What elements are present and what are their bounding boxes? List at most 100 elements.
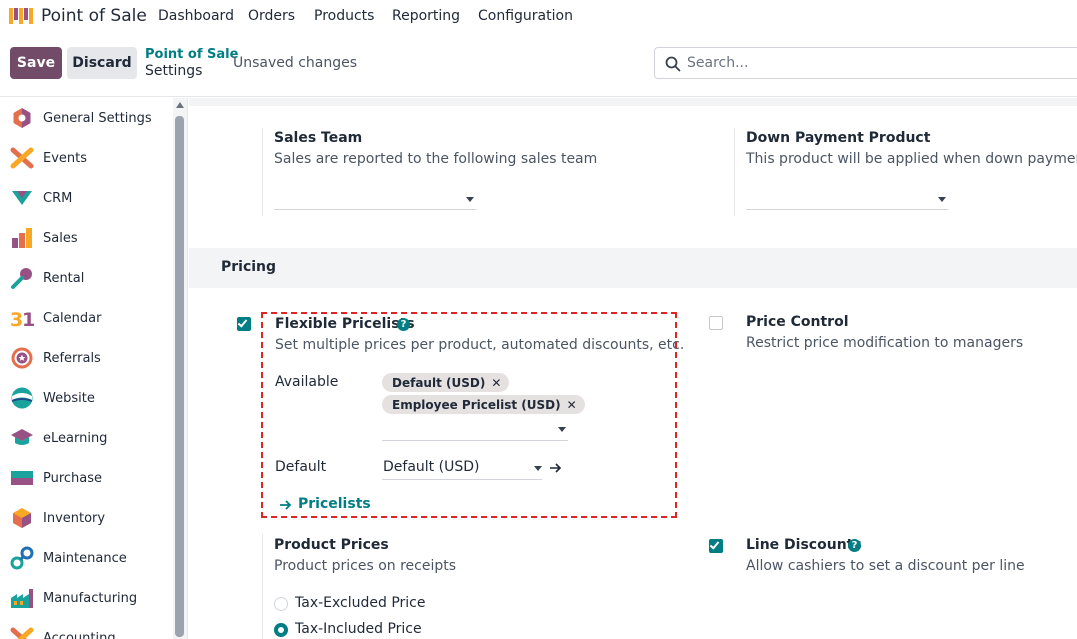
menu-reporting[interactable]: Reporting [392,8,460,24]
down-payment-title: Down Payment Product [746,130,931,146]
sidebar-item-elearning[interactable]: eLearning [0,418,172,458]
sidebar-item-label: Referrals [43,350,101,366]
menu-orders[interactable]: Orders [248,8,295,24]
elearning-icon [11,429,33,445]
menu-configuration[interactable]: Configuration [478,8,573,24]
sales-icon [12,228,32,248]
app-name[interactable]: Point of Sale [41,6,147,26]
remove-tag-icon[interactable]: ✕ [491,376,501,390]
line-discounts-description: Allow cashiers to set a discount per lin… [746,558,1025,574]
tax-excluded-radio[interactable] [274,597,288,611]
setting-divider [262,128,263,216]
pricelist-tag: Employee Pricelist (USD) ✕ [382,395,585,414]
sales-team-title: Sales Team [274,130,363,146]
pricing-section-title: Pricing [221,259,277,275]
menu-dashboard[interactable]: Dashboard [158,8,234,24]
website-icon [11,387,33,409]
discard-button[interactable]: Discard [67,47,137,79]
flexible-pricelists-checkbox[interactable] [237,317,251,331]
breadcrumb-parent[interactable]: Point of Sale [145,47,238,62]
help-icon[interactable]: ? [397,318,410,331]
pricelist-tag: Default (USD) ✕ [382,373,510,392]
sidebar-item-sales[interactable]: Sales [0,218,172,258]
line-discounts-title: Line Discounts [746,537,862,553]
down-payment-description: This product will be applied when down p… [746,151,1077,167]
sidebar-item-referrals[interactable]: Referrals [0,338,172,378]
remove-tag-icon[interactable]: ✕ [567,398,577,412]
sidebar-item-label: Manufacturing [43,590,138,606]
save-button[interactable]: Save [10,47,62,79]
inventory-icon [13,508,31,528]
accounting-icon [10,627,34,639]
sidebar-item-label: Calendar [43,310,102,326]
flexible-pricelists-description: Set multiple prices per product, automat… [275,337,685,353]
control-panel: Save Discard Point of Sale Settings Unsa… [0,34,1077,97]
sidebar-item-crm[interactable]: CRM [0,178,172,218]
sidebar-item-label: General Settings [43,110,152,126]
menu-products[interactable]: Products [314,8,374,24]
chevron-down-icon [466,197,474,202]
available-pricelists-input[interactable] [382,416,568,441]
sidebar-item-label: Purchase [43,470,103,486]
point-of-sale-app-icon[interactable] [8,6,34,26]
sidebar-item-maintenance[interactable]: Maintenance [0,538,172,578]
top-divider [189,98,1077,106]
purchase-icon [11,471,33,485]
breadcrumb-current: Settings [145,63,203,79]
events-icon [10,147,34,169]
chevron-down-icon [938,197,946,202]
setting-divider [262,534,263,639]
line-discounts-checkbox[interactable] [709,539,723,553]
rental-icon [11,268,32,289]
tax-excluded-label[interactable]: Tax-Excluded Price [295,595,425,611]
sidebar-item-label: Events [43,150,88,166]
price-control-description: Restrict price modification to managers [746,335,1024,351]
default-pricelist-value: Default (USD) [383,459,480,475]
sidebar-item-purchase[interactable]: Purchase [0,458,172,498]
settings-sidebar: General Settings Events CRM Sales Rental [0,98,188,639]
scrollbar-thumb[interactable] [175,116,184,637]
sidebar-item-label: Accounting [43,630,116,639]
search-icon [665,56,681,72]
sidebar-item-rental[interactable]: Rental [0,258,172,298]
sidebar-scrollbar[interactable] [173,98,187,639]
sidebar-item-website[interactable]: Website [0,378,172,418]
flexible-pricelists-title: Flexible Pricelists [275,316,415,332]
sidebar-item-label: CRM [43,190,73,206]
sidebar-item-accounting[interactable]: Accounting [0,618,172,639]
sidebar-item-general-settings[interactable]: General Settings [0,98,172,138]
default-label: Default [275,459,327,475]
sidebar-item-label: Inventory [43,510,106,526]
tax-included-radio[interactable] [274,623,288,637]
unsaved-status: Unsaved changes [233,55,358,71]
sales-team-description: Sales are reported to the following sale… [274,151,598,167]
crm-icon [12,191,32,205]
arrow-right-icon [280,500,292,510]
sidebar-item-label: Maintenance [43,550,127,566]
manufacturing-icon [11,589,33,608]
chevron-down-icon [534,466,542,471]
price-control-title: Price Control [746,314,849,330]
scroll-up-arrow-icon[interactable] [176,102,184,108]
pricing-section-header: Pricing [189,248,1077,288]
top-navbar: Point of Sale Dashboard Orders Products … [0,0,1077,34]
pricelists-link-label: Pricelists [298,496,371,512]
sidebar-item-calendar[interactable]: 3 1 Calendar [0,298,172,338]
chevron-down-icon [558,427,566,432]
arrow-right-icon[interactable] [548,461,562,475]
help-icon[interactable]: ? [848,539,861,552]
search-box[interactable] [654,47,1077,79]
setting-divider [734,128,735,216]
sidebar-item-events[interactable]: Events [0,138,172,178]
sidebar-item-manufacturing[interactable]: Manufacturing [0,578,172,618]
sidebar-item-label: Sales [43,230,78,246]
general-settings-icon [13,108,31,128]
price-control-checkbox[interactable] [709,316,723,330]
tax-included-label[interactable]: Tax-Included Price [295,621,422,637]
search-input[interactable] [687,53,1067,73]
down-payment-select[interactable] [746,184,948,210]
referrals-icon [11,347,33,369]
settings-content: Sales Team Sales are reported to the fol… [189,98,1077,639]
sales-team-select[interactable] [274,184,476,210]
sidebar-item-inventory[interactable]: Inventory [0,498,172,538]
